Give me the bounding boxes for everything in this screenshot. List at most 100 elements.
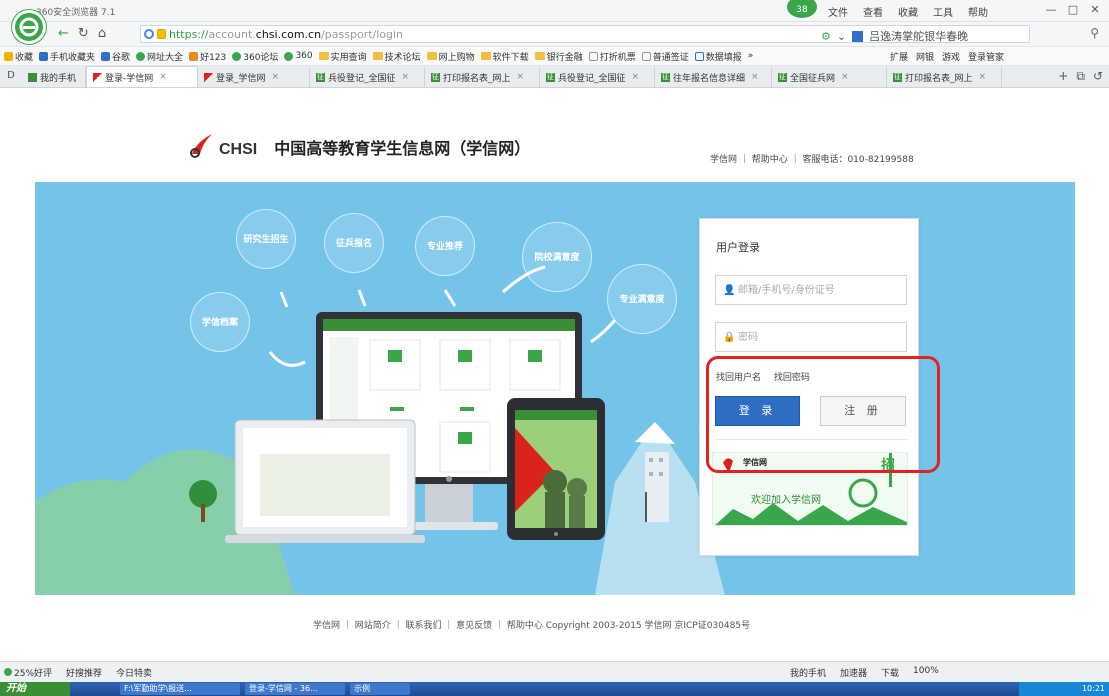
close-tab-icon[interactable]: ×	[159, 72, 167, 82]
site-info-icon[interactable]	[144, 29, 154, 39]
tab-login-2[interactable]: 登录_学信网 ×	[198, 67, 310, 87]
url-text[interactable]: https://account.chsi.com.cn/passport/log…	[169, 28, 403, 41]
bubble-major-recommend[interactable]: 专业推荐	[415, 216, 475, 276]
menu-file[interactable]: 文件	[828, 4, 848, 19]
bookmark-hao123[interactable]: 好123	[189, 50, 226, 63]
bookmark-label: 360	[295, 51, 313, 61]
page-icon	[588, 51, 598, 61]
bookmark-folder-software[interactable]: 软件下载	[480, 50, 529, 63]
close-icon[interactable]: ✕	[1085, 2, 1105, 18]
address-tools: ⚙ ⌄ 吕逸涛掌舵银华春晚	[821, 28, 968, 44]
bookmark-label: 谷歌	[112, 52, 131, 63]
my-phone-item[interactable]: 我的手机	[790, 666, 826, 679]
bookmark-360[interactable]: 360	[284, 51, 313, 61]
header-links[interactable]: 学信网 ｜ 帮助中心 ｜ 客服电话：010-82199588	[710, 152, 914, 165]
web-icon	[136, 51, 146, 61]
data-icon	[694, 51, 704, 61]
bubble-military[interactable]: 征兵报名	[324, 213, 384, 273]
shield-icon[interactable]: ⚙	[821, 30, 831, 43]
sidebar-toggle-icon[interactable]: D	[0, 65, 22, 87]
back-icon[interactable]: ←	[58, 26, 69, 41]
footer-links[interactable]: 学信网 ｜ 网站简介 ｜ 联系我们 ｜ 意见反馈 ｜ 帮助中心 Copyrigh…	[313, 618, 750, 631]
close-tab-icon[interactable]: ×	[517, 72, 525, 82]
close-tab-icon[interactable]: ×	[402, 72, 410, 82]
download-item[interactable]: 下载	[881, 666, 899, 679]
extensions-menu[interactable]: 扩展	[890, 50, 908, 63]
bookmark-360bbs[interactable]: 360论坛	[232, 50, 278, 63]
task-example[interactable]: 示例	[350, 683, 410, 695]
netbank-menu[interactable]: 网银	[916, 50, 934, 63]
maximize-icon[interactable]: □	[1063, 2, 1083, 18]
password-input[interactable]: 🔒 密码	[715, 322, 907, 352]
tab-label: 打印报名表_网上	[905, 73, 973, 84]
phone-icon	[28, 72, 37, 82]
recommend-item[interactable]: 好搜推荐	[66, 666, 102, 679]
new-tab-icon[interactable]: +	[1058, 69, 1068, 83]
tab-print-form-2[interactable]: 征打印报名表_网上 ×	[887, 67, 1002, 87]
speedup-item[interactable]: 加速器	[840, 666, 867, 679]
deals-item[interactable]: 今日特卖	[116, 666, 152, 679]
close-tab-icon[interactable]: ×	[751, 72, 759, 82]
address-bar[interactable]: https://account.chsi.com.cn/passport/log…	[140, 25, 1030, 43]
tab-my-phone[interactable]: 我的手机	[22, 67, 86, 87]
notification-badge[interactable]: 38	[787, 0, 817, 18]
folder-icon	[426, 52, 437, 60]
refresh-icon[interactable]: ↻	[78, 26, 89, 41]
search-engine-icon[interactable]	[852, 30, 864, 42]
search-icon[interactable]: ⚲	[1090, 26, 1099, 40]
menu-help[interactable]: 帮助	[968, 4, 988, 19]
bubble-student-record[interactable]: 学信档案	[190, 292, 250, 352]
bubble-graduate[interactable]: 研究生招生	[236, 209, 296, 269]
bookmark-visa[interactable]: 普通签证	[641, 50, 689, 63]
bookmark-google[interactable]: 谷歌	[101, 50, 130, 63]
browser-menus: 文件 查看 收藏 工具 帮助	[828, 4, 988, 19]
chevron-down-icon[interactable]: ⌄	[837, 30, 846, 43]
bookmark-folder-bank[interactable]: 银行金融	[534, 50, 583, 63]
tab-past-info[interactable]: 征往年报名信息详细 ×	[655, 67, 772, 87]
bookmark-flights[interactable]: 打折机票	[588, 50, 636, 63]
menu-view[interactable]: 查看	[863, 4, 883, 19]
restore-tab-icon[interactable]: ⧉	[1076, 69, 1085, 84]
bubble-major-satisfaction[interactable]: 专业满意度	[607, 264, 677, 334]
task-explorer[interactable]: F:\军勤助学\报送...	[120, 683, 240, 695]
bookmark-favorites[interactable]: 收藏	[4, 50, 33, 63]
bookmark-folder-shopping[interactable]: 网上购物	[426, 50, 475, 63]
tab-national-army[interactable]: 征全国征兵网 ×	[772, 67, 887, 87]
bookmark-folder-tech[interactable]: 技术论坛	[372, 50, 421, 63]
close-tab-icon[interactable]: ×	[979, 72, 987, 82]
bubble-school-satisfaction[interactable]: 院校满意度	[522, 222, 592, 292]
rating-item[interactable]: 25%好评	[4, 666, 52, 679]
undo-close-icon[interactable]: ↺	[1093, 69, 1103, 83]
start-button[interactable]: 开始	[0, 682, 70, 696]
close-tab-icon[interactable]: ×	[632, 72, 640, 82]
close-tab-icon[interactable]: ×	[272, 72, 280, 82]
username-input[interactable]: 👤 邮箱/手机号/身份证号	[715, 275, 907, 305]
lock-icon	[157, 29, 166, 39]
tab-military-reg-2[interactable]: 征兵役登记_全国征 ×	[540, 67, 655, 87]
login-manager-menu[interactable]: 登录管家	[968, 50, 1004, 63]
close-tab-icon[interactable]: ×	[841, 72, 849, 82]
bookmarks-more[interactable]: »	[748, 51, 754, 61]
tab-label: 打印报名表_网上	[443, 73, 511, 84]
search-suggestion[interactable]: 吕逸涛掌舵银华春晚	[869, 28, 968, 44]
bookmark-folder-query[interactable]: 实用查询	[318, 50, 367, 63]
games-menu[interactable]: 游戏	[942, 50, 960, 63]
zoom-level[interactable]: 100%	[913, 666, 939, 679]
menu-favorites[interactable]: 收藏	[898, 4, 918, 19]
minimize-icon[interactable]: —	[1041, 2, 1061, 18]
menu-tools[interactable]: 工具	[933, 4, 953, 19]
tab-print-form[interactable]: 征打印报名表_网上 ×	[425, 67, 540, 87]
url-domain: chsi.com.cn	[255, 28, 322, 41]
bookmark-label: 收藏	[15, 52, 34, 63]
browser-logo-icon[interactable]	[12, 10, 46, 44]
task-browser[interactable]: 登录-学信网 - 36...	[245, 683, 345, 695]
bookmark-sites[interactable]: 网址大全	[136, 50, 183, 63]
bookmark-mobile[interactable]: 手机收藏夹	[39, 50, 95, 63]
site-logo[interactable]: CHSI 中国高等教育学生信息网（学信网）	[188, 131, 530, 159]
clock[interactable]: 10:21	[1082, 684, 1105, 693]
site-name: 中国高等教育学生信息网（学信网）	[274, 139, 531, 158]
bookmark-data[interactable]: 数据填报	[694, 50, 742, 63]
tab-military-reg[interactable]: 征兵役登记_全国征 ×	[310, 67, 425, 87]
home-icon[interactable]: ⌂	[98, 26, 106, 41]
tab-login-active[interactable]: 登录-学信网 ×	[86, 66, 198, 87]
